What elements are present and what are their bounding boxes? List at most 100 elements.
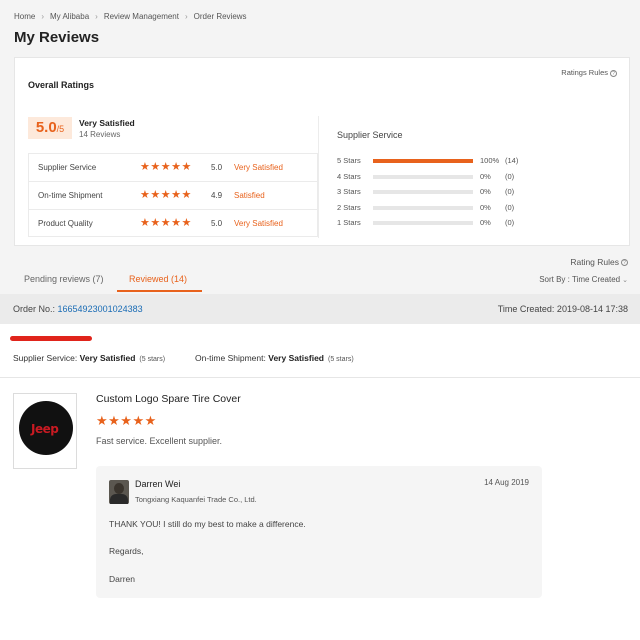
- review-count: 14 Reviews: [79, 130, 121, 139]
- ratings-rules-link[interactable]: Ratings Rules?: [561, 68, 617, 77]
- metric-row-supplier-service: Supplier Service ★★★★★ 5.0 Very Satisfie…: [28, 153, 318, 181]
- help-icon: ?: [610, 69, 617, 77]
- supplier-service-title: Supplier Service: [337, 130, 403, 140]
- metric-score: 4.9: [211, 191, 223, 200]
- distribution-count: (0): [505, 218, 515, 227]
- distribution-row: 2 Stars 0% (0): [337, 202, 537, 218]
- reply-author-company: Tongxiang Kaquanfei Trade Co., Ltd.: [135, 495, 257, 504]
- star-icons: ★★★★★: [140, 189, 192, 201]
- reply-text-line: Regards,: [109, 546, 144, 556]
- distribution-percent: 0%: [480, 202, 491, 212]
- rating-metrics: Supplier Service ★★★★★ 5.0 Very Satisfie…: [28, 153, 318, 237]
- distribution-bar: [373, 174, 473, 179]
- reply-text-line: Darren: [109, 574, 135, 584]
- rating-rules-label: Rating Rules: [570, 257, 619, 267]
- distribution-label: 5 Stars: [337, 156, 361, 165]
- distribution-label: 4 Stars: [337, 171, 361, 181]
- overall-ratings-card: Overall Ratings Ratings Rules? 5.0/5 Ver…: [14, 57, 630, 246]
- metric-name: Product Quality: [38, 219, 93, 228]
- on-time-shipment-rating: On-time Shipment: Very Satisfied (5 stars…: [195, 353, 354, 363]
- distribution-bar: [373, 205, 473, 210]
- distribution-percent: 0%: [480, 171, 491, 181]
- supplier-reply: Darren Wei Tongxiang Kaquanfei Trade Co.…: [96, 466, 542, 598]
- breadcrumb-order-reviews: Order Reviews: [193, 12, 247, 21]
- ratings-rules-label: Ratings Rules: [561, 68, 608, 77]
- distribution-count: (0): [505, 187, 515, 196]
- tab-reviewed[interactable]: Reviewed (14): [129, 274, 187, 284]
- sort-by-dropdown[interactable]: Sort By : Time Created ⌄: [539, 275, 628, 284]
- breadcrumb-my-alibaba[interactable]: My Alibaba: [50, 12, 89, 21]
- distribution-bar: [373, 159, 473, 163]
- supplier-service-value: Very Satisfied: [79, 353, 136, 363]
- supplier-service-stars: (5 stars): [139, 356, 166, 363]
- distribution-percent: 0%: [480, 218, 491, 227]
- overall-score: 5.0: [35, 119, 57, 136]
- metric-text: Very Satisfied: [234, 163, 283, 172]
- page-title: My Reviews: [14, 29, 100, 46]
- metric-text: Satisfied: [234, 191, 265, 200]
- avatar-body: [110, 494, 128, 504]
- order-time-created: Time Created: 2019-08-14 17:38: [497, 304, 628, 314]
- chevron-right-icon: ›: [41, 12, 45, 21]
- help-icon: ?: [621, 259, 628, 267]
- product-logo: Jeep: [31, 422, 59, 436]
- supplier-service-label: Supplier Service:: [13, 353, 78, 363]
- chevron-right-icon: ›: [95, 12, 98, 21]
- breadcrumb-home[interactable]: Home: [14, 12, 35, 21]
- breadcrumb-review-management[interactable]: Review Management: [104, 12, 179, 21]
- star-distribution: 5 Stars 100% (14) 4 Stars 0% (0) 3 Stars…: [337, 155, 537, 233]
- metric-name: On-time Shipment: [38, 191, 103, 200]
- supplier-service-rating: Supplier Service: Very Satisfied (5 stars…: [13, 353, 165, 363]
- reply-date: 14 Aug 2019: [484, 478, 529, 487]
- distribution-label: 1 Stars: [337, 218, 361, 227]
- star-icons: ★★★★★: [140, 161, 192, 173]
- distribution-row: 1 Stars 0% (0): [337, 217, 537, 233]
- product-title[interactable]: Custom Logo Spare Tire Cover: [96, 393, 241, 405]
- tire-cover-image: Jeep: [19, 401, 73, 455]
- distribution-percent: 100%: [480, 156, 500, 165]
- on-time-shipment-stars: (5 stars): [328, 356, 354, 363]
- active-tab-indicator: [117, 290, 202, 292]
- overall-ratings-title: Overall Ratings: [28, 80, 95, 90]
- sort-by-label: Sort By : Time Created: [539, 275, 621, 284]
- metric-row-product-quality: Product Quality ★★★★★ 5.0 Very Satisfied: [28, 209, 318, 237]
- distribution-bar: [373, 190, 473, 194]
- redaction-mark: [10, 336, 92, 341]
- reply-author-name: Darren Wei: [135, 479, 181, 489]
- divider: [0, 377, 640, 378]
- divider: [318, 116, 319, 238]
- distribution-bar: [373, 221, 473, 225]
- distribution-row: 5 Stars 100% (14): [337, 155, 537, 171]
- avatar-head: [114, 483, 124, 494]
- metric-name: Supplier Service: [38, 163, 97, 172]
- overall-score-badge: 5.0/5: [28, 117, 72, 139]
- order-number-link[interactable]: 16654923001024383: [58, 304, 143, 314]
- chevron-down-icon: ⌄: [622, 277, 628, 284]
- distribution-count: (14): [505, 156, 519, 165]
- overall-score-max: /5: [56, 124, 65, 134]
- distribution-row: 4 Stars 0% (0): [337, 171, 537, 187]
- distribution-bar-fill: [373, 159, 473, 163]
- review-comment: Fast service. Excellent supplier.: [96, 436, 223, 446]
- rating-rules-link[interactable]: Rating Rules?: [570, 257, 628, 267]
- product-thumbnail[interactable]: Jeep: [13, 393, 77, 469]
- breadcrumb: Home › My Alibaba › Review Management › Order …: [14, 12, 247, 21]
- distribution-count: (0): [505, 171, 515, 181]
- order-number-field: Order No.: 16654923001024383: [13, 304, 143, 314]
- review-star-icons: ★★★★★: [96, 413, 157, 428]
- distribution-percent: 0%: [480, 187, 491, 196]
- order-number-label: Order No.:: [13, 304, 56, 314]
- tab-pending-reviews[interactable]: Pending reviews (7): [24, 274, 104, 284]
- on-time-shipment-value: Very Satisfied: [268, 353, 325, 363]
- metric-score: 5.0: [211, 219, 223, 228]
- metric-text: Very Satisfied: [234, 219, 283, 228]
- metric-row-on-time-shipment: On-time Shipment ★★★★★ 4.9 Satisfied: [28, 181, 318, 209]
- overall-score-label: Very Satisfied: [79, 118, 135, 128]
- reply-text-line: THANK YOU! I still do my best to make a …: [109, 519, 306, 529]
- order-header: Order No.: 16654923001024383 Time Create…: [0, 294, 640, 324]
- star-icons: ★★★★★: [140, 217, 192, 229]
- distribution-label: 3 Stars: [337, 187, 361, 196]
- distribution-label: 2 Stars: [337, 202, 361, 212]
- distribution-row: 3 Stars 0% (0): [337, 186, 537, 202]
- chevron-right-icon: ›: [184, 12, 188, 21]
